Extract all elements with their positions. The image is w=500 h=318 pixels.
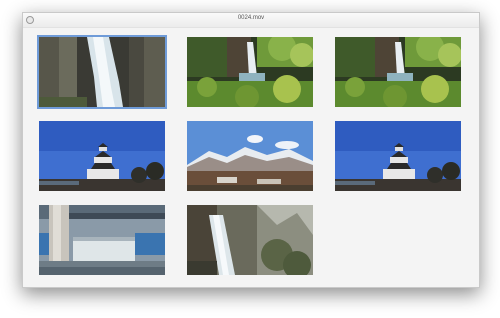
castle-blue-sky-image	[39, 121, 165, 191]
waterfall-cliff-image	[187, 205, 313, 275]
frame-thumbnail-1[interactable]	[37, 35, 167, 109]
frame-thumbnail-2[interactable]	[187, 37, 313, 107]
window-title: 0024.mov	[237, 15, 265, 21]
waterfall-forest-image	[335, 37, 461, 107]
viewer-window: 0024.mov	[22, 12, 480, 288]
castle-blue-sky-image	[335, 121, 461, 191]
frame-thumbnail-3[interactable]	[335, 37, 461, 107]
waterfall-forest-image	[187, 37, 313, 107]
waterfall-closeup-image	[39, 37, 165, 107]
snowy-mountains-image	[187, 121, 313, 191]
dam-spillway-image	[39, 205, 165, 275]
title-bar[interactable]: 0024.mov	[23, 13, 479, 28]
frame-thumbnail-8[interactable]	[187, 205, 313, 275]
frame-thumbnail-7[interactable]	[39, 205, 165, 275]
frame-thumbnail-6[interactable]	[335, 121, 461, 191]
frame-thumbnail-5[interactable]	[187, 121, 313, 191]
frame-thumbnail-4[interactable]	[39, 121, 165, 191]
